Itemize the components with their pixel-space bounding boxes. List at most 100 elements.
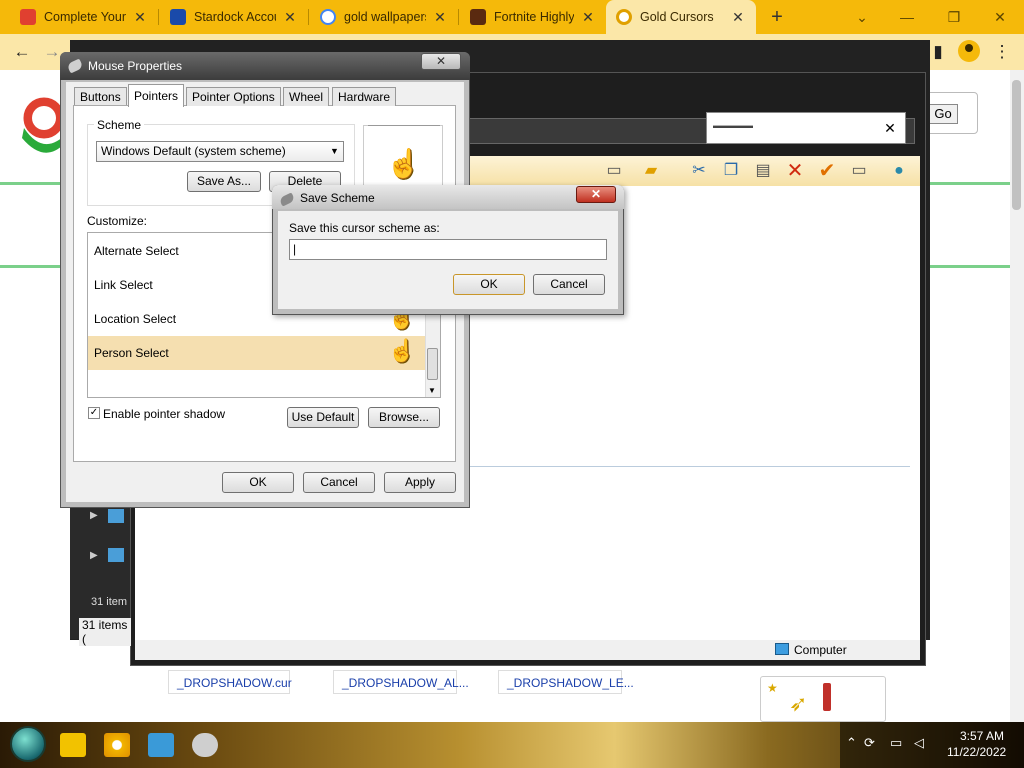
close-icon[interactable]: ✕ (576, 186, 616, 203)
customize-label: Customize: (87, 214, 148, 228)
chevron-down-icon[interactable]: ▼ (330, 146, 339, 156)
scheme-name-input[interactable]: | (289, 239, 607, 260)
scroll-down-icon[interactable]: ▼ (428, 386, 436, 395)
tab-close-icon[interactable]: ✕ (282, 9, 298, 26)
cancel-button[interactable]: Cancel (303, 472, 375, 493)
desktop-icon[interactable] (108, 509, 124, 523)
menu-kebab-icon[interactable]: ⋮ (990, 40, 1014, 64)
tab-close-icon[interactable]: ✕ (432, 9, 448, 26)
browser-tab-complete-your[interactable]: Complete Your ✕ (10, 0, 158, 34)
tab-separator (308, 9, 309, 25)
file-link-dropshadow-al[interactable]: _DROPSHADOW_AL... (333, 670, 469, 694)
tab-separator (458, 9, 459, 25)
browser-tab-gold-wallpapers[interactable]: gold wallpapers ✕ (310, 0, 458, 34)
sync-icon[interactable]: ⟳ (864, 735, 875, 751)
mouse-settings-icon[interactable] (192, 733, 218, 757)
dialog-title: Mouse Properties (88, 59, 183, 73)
use-default-button[interactable]: Use Default (287, 407, 359, 428)
delete-icon[interactable]: ✕ (784, 160, 806, 182)
tab-close-icon[interactable]: ✕ (132, 9, 148, 26)
folder-check-icon[interactable]: ▰ (640, 160, 662, 182)
clear-search-icon[interactable]: ✕ (880, 118, 900, 138)
search-text: ▬▬▬▬▬ (713, 121, 753, 130)
close-icon[interactable]: ✕ (421, 53, 461, 70)
expand-arrow-icon[interactable]: ▶ (90, 550, 98, 561)
start-button[interactable] (10, 726, 46, 762)
cut-icon[interactable]: ✂ (688, 160, 710, 182)
copy-icon[interactable]: ❐ (720, 160, 742, 182)
tab-close-icon[interactable]: ✕ (580, 9, 596, 26)
file-preview-card[interactable]: ★ ➶ (760, 676, 886, 722)
gold-arrow-cursor-icon: ➶ (789, 691, 808, 716)
profile-avatar[interactable] (958, 40, 980, 62)
go-button[interactable]: Go (928, 104, 958, 124)
tab-separator (158, 9, 159, 25)
browser-tab-gold-cursors[interactable]: Gold Cursors ✕ (606, 0, 756, 34)
item-count-label: 31 items ( (79, 618, 131, 646)
scheme-name-prompt: Save this cursor scheme as: (289, 221, 440, 235)
browser-tab-stardock[interactable]: Stardock Accou ✕ (160, 0, 308, 34)
computer-label: Computer (794, 643, 847, 657)
tab-title: Complete Your (44, 10, 126, 24)
shell-icon[interactable]: ● (888, 160, 910, 182)
file-link-dropshadow-le[interactable]: _DROPSHADOW_LE... (498, 670, 634, 694)
paste-icon[interactable]: ▤ (752, 160, 774, 182)
new-tab-button[interactable]: + (765, 4, 789, 30)
expand-arrow-icon[interactable]: ▶ (90, 510, 98, 521)
ok-button[interactable]: OK (222, 472, 294, 493)
tab-wheel[interactable]: Wheel (283, 87, 330, 106)
item-count-label: 31 item (91, 596, 128, 608)
file-explorer-icon[interactable] (60, 733, 86, 757)
cancel-button[interactable]: Cancel (533, 274, 605, 295)
stardock-icon (170, 9, 186, 25)
tab-title: Gold Cursors (640, 10, 714, 24)
page-scroll-thumb[interactable] (1012, 80, 1021, 210)
save-as-button[interactable]: Save As... (187, 171, 261, 192)
browser-tab-fortnite[interactable]: Fortnite Highly ✕ (460, 0, 606, 34)
tab-hardware[interactable]: Hardware (332, 87, 397, 106)
browse-button[interactable]: Browse... (368, 407, 440, 428)
ok-button[interactable]: OK (453, 274, 525, 295)
clock-time[interactable]: 3:57 AM (960, 729, 1004, 743)
network-icon[interactable]: ▭ (890, 735, 902, 751)
apply-button[interactable]: Apply (384, 472, 456, 493)
tab-title: Fortnite Highly (494, 10, 574, 24)
list-item-selected[interactable]: Person Select (88, 336, 425, 370)
checkmark-icon[interactable]: ✔ (816, 160, 838, 182)
tab-title: Stardock Accou (194, 10, 276, 24)
maximize-icon[interactable]: ❐ (942, 6, 966, 28)
scheme-label: Scheme (94, 118, 145, 132)
star-icon: ★ (767, 681, 778, 695)
shadow-checkbox-label: Enable pointer shadow (103, 407, 226, 421)
chevron-up-icon[interactable]: ⌃ (846, 735, 857, 751)
preview-pane-icon[interactable]: ▭ (603, 160, 625, 182)
list-scroll-thumb[interactable] (427, 348, 438, 380)
tab-pointers[interactable]: Pointers (128, 84, 185, 107)
dialog-title: Save Scheme (300, 191, 375, 205)
network-icon[interactable] (108, 548, 124, 562)
clock-date[interactable]: 11/22/2022 (947, 745, 1006, 759)
properties-icon[interactable]: ▭ (848, 160, 870, 182)
file-link-dropshadow[interactable]: _DROPSHADOW.cur (168, 670, 292, 694)
hand-cursor-icon: ☝ (386, 148, 421, 179)
volume-icon[interactable]: ◁ (914, 735, 924, 751)
chevron-down-icon[interactable]: ⌄ (850, 6, 874, 28)
chrome-icon[interactable] (104, 733, 130, 757)
tab-close-icon[interactable]: ✕ (730, 9, 746, 26)
google-icon (320, 9, 336, 25)
tab-pointer-options[interactable]: Pointer Options (186, 87, 281, 106)
explorer-search-box[interactable]: ▬▬▬▬▬ (706, 112, 906, 144)
back-arrow-icon[interactable]: ← (10, 40, 34, 64)
person-select-cursor-icon: ☝ (388, 338, 416, 363)
minimize-icon[interactable]: — (895, 6, 919, 28)
tab-buttons[interactable]: Buttons (74, 87, 127, 106)
gmail-icon (20, 9, 36, 25)
control-panel-icon[interactable] (148, 733, 174, 757)
scheme-dropdown[interactable]: Windows Default (system scheme) (96, 141, 344, 162)
gold-cursors-site-icon (616, 9, 632, 25)
computer-icon (775, 643, 789, 655)
shadow-checkbox[interactable]: ✓ (88, 407, 100, 419)
close-window-icon[interactable]: ✕ (988, 6, 1012, 28)
content-divider (470, 466, 910, 467)
gold-text-cursor-icon (823, 683, 831, 711)
